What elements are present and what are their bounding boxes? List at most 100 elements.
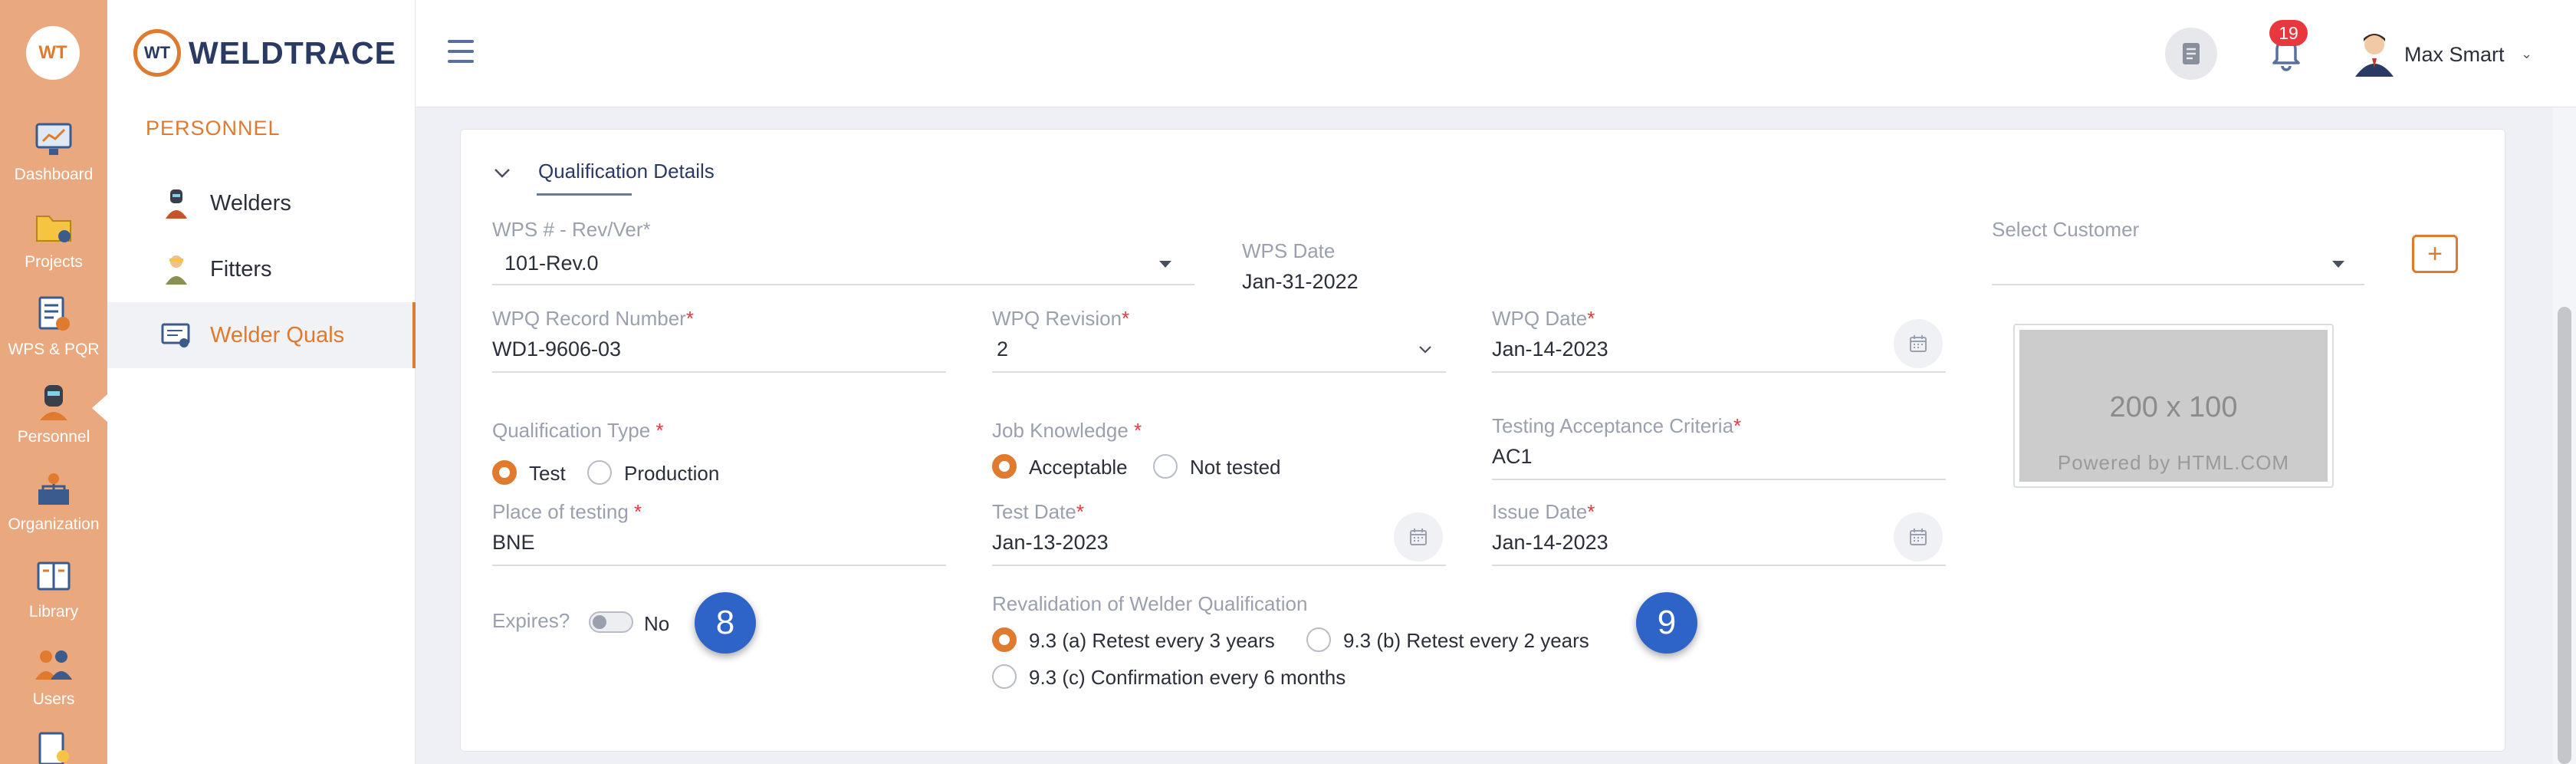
wpq-date-label: WPQ Date* <box>1492 307 1595 330</box>
brand-logo[interactable]: WT WELDTRACE <box>133 29 396 77</box>
rail-item-library[interactable]: Library <box>0 542 107 626</box>
wpq-date-input[interactable]: Jan-14-2023 <box>1492 338 1608 361</box>
qualification-type-test-radio[interactable] <box>492 460 517 485</box>
projects-folder-icon <box>36 216 71 242</box>
rail-item-label: Library <box>28 603 79 621</box>
sub-navigation: WT WELDTRACE PERSONNEL Welders Fitters W… <box>107 0 416 764</box>
rail-item-label: Projects <box>25 253 83 271</box>
rail-item-projects[interactable]: Projects <box>0 192 107 276</box>
qualification-type-production-radio[interactable] <box>587 460 612 485</box>
calendar-icon <box>1910 335 1927 352</box>
rail-item-dashboard[interactable]: Dashboard <box>0 104 107 189</box>
expires-value: No <box>644 612 670 635</box>
wpq-date-underline <box>1492 371 1946 373</box>
place-of-testing-label: Place of testing * <box>492 500 642 523</box>
job-knowledge-acceptable-label: Acceptable <box>1029 456 1128 479</box>
rail-item-label: Organization <box>8 515 100 533</box>
issue-date-calendar-button[interactable] <box>1894 512 1943 561</box>
scrollbar-thumb[interactable] <box>2558 307 2571 764</box>
revalidation-option-c-radio[interactable] <box>992 664 1017 689</box>
wps-select-value[interactable]: 101-Rev.0 <box>504 252 599 275</box>
subnav-item-welders[interactable]: Welders <box>107 170 416 236</box>
document-icon <box>2183 43 2200 64</box>
rail-item-users[interactable]: Users <box>0 629 107 713</box>
document-button[interactable] <box>2165 28 2217 80</box>
revalidation-option-a-radio[interactable] <box>992 627 1017 652</box>
organization-icon <box>38 473 69 505</box>
subnav-item-label: Fitters <box>210 256 272 282</box>
brand-name: WELDTRACE <box>189 35 396 71</box>
rail-item-personnel[interactable]: Personnel <box>0 367 107 451</box>
user-name[interactable]: Max Smart <box>2404 43 2505 67</box>
clipboard-icon[interactable] <box>32 729 75 764</box>
section-title: PERSONNEL <box>146 117 281 140</box>
rail-item-label: WPS & PQR <box>8 341 100 358</box>
rail-item-label: Personnel <box>17 428 90 446</box>
avatar[interactable] <box>2349 28 2400 78</box>
issue-date-input[interactable]: Jan-14-2023 <box>1492 531 1608 555</box>
library-book-icon <box>37 561 71 591</box>
rail-item-organization[interactable]: Organization <box>0 454 107 538</box>
rail-logo[interactable]: WT <box>26 26 80 80</box>
brand-mark: WT <box>133 29 181 77</box>
plus-icon: + <box>2427 239 2443 268</box>
certificate-icon <box>161 323 190 347</box>
acceptance-criteria-underline <box>1492 479 1946 480</box>
step-marker-8: 8 <box>695 592 756 654</box>
wps-select-underline <box>492 284 1194 285</box>
revalidation-option-b-radio[interactable] <box>1306 627 1331 652</box>
chevron-down-icon[interactable]: ⌄ <box>2521 46 2532 62</box>
place-of-testing-input[interactable]: BNE <box>492 531 535 555</box>
users-icon <box>35 650 72 680</box>
step-marker-9: 9 <box>1636 592 1697 654</box>
test-date-input[interactable]: Jan-13-2023 <box>992 531 1109 555</box>
wpq-record-label: WPQ Record Number* <box>492 307 694 330</box>
chevron-down-icon[interactable] <box>491 161 514 184</box>
revalidation-label: Revalidation of Welder Qualification <box>992 592 1308 615</box>
calendar-icon <box>1910 529 1927 545</box>
test-date-calendar-button[interactable] <box>1394 512 1443 561</box>
customer-label: Select Customer <box>1992 218 2140 241</box>
job-knowledge-label: Job Knowledge * <box>992 419 1142 442</box>
wpq-revision-select-value[interactable]: 2 <box>997 338 1008 361</box>
expires-toggle[interactable] <box>589 611 633 633</box>
wpq-record-input[interactable]: WD1-9606-03 <box>492 338 621 361</box>
qualification-type-production-label: Production <box>624 462 720 485</box>
revalidation-option-b-label: 9.3 (b) Retest every 2 years <box>1343 629 1589 652</box>
rail-item-label: Users <box>32 690 75 708</box>
job-knowledge-not-tested-label: Not tested <box>1190 456 1281 479</box>
welder-mask-icon <box>40 385 67 420</box>
customer-select-underline <box>1992 284 2364 285</box>
job-knowledge-not-tested-radio[interactable] <box>1153 454 1178 479</box>
wps-date-label: WPS Date <box>1242 239 1336 262</box>
placeholder-image: 200 x 100 Powered by HTML.COM <box>2013 324 2334 488</box>
hamburger-menu-icon[interactable] <box>448 40 474 63</box>
subnav-item-welder-quals[interactable]: Welder Quals <box>107 302 416 368</box>
chevron-down-icon[interactable] <box>1417 341 1434 357</box>
top-bar: 19 Max Smart ⌄ <box>416 0 2576 107</box>
wpq-revision-label: WPQ Revision* <box>992 307 1130 330</box>
revalidation-option-a-label: 9.3 (a) Retest every 3 years <box>1029 629 1275 652</box>
add-customer-button[interactable]: + <box>2412 235 2458 273</box>
subnav-item-label: Welders <box>210 190 291 216</box>
job-knowledge-acceptable-radio[interactable] <box>992 454 1017 479</box>
caret-down-icon[interactable] <box>2332 261 2344 268</box>
acceptance-criteria-label: Testing Acceptance Criteria* <box>1492 414 1742 437</box>
qualification-type-test-label: Test <box>529 462 566 485</box>
notification-badge: 19 <box>2269 20 2308 46</box>
fitter-person-icon <box>166 255 187 285</box>
wpq-record-underline <box>492 371 946 373</box>
subnav-item-fitters[interactable]: Fitters <box>107 236 416 302</box>
wpq-date-calendar-button[interactable] <box>1894 319 1943 368</box>
dashboard-icon <box>35 123 72 155</box>
wpq-revision-underline <box>992 371 1446 373</box>
acceptance-criteria-input[interactable]: AC1 <box>1492 445 1533 469</box>
rail-item-wps-pqr[interactable]: WPS & PQR <box>0 279 107 364</box>
caret-down-icon[interactable] <box>1159 261 1171 268</box>
expires-label: Expires? <box>492 609 570 632</box>
toggle-knob <box>593 615 606 629</box>
wps-pqr-icon <box>38 296 70 331</box>
section-heading[interactable]: Qualification Details <box>538 160 715 183</box>
test-date-underline <box>992 565 1446 566</box>
welder-person-icon <box>166 189 187 219</box>
